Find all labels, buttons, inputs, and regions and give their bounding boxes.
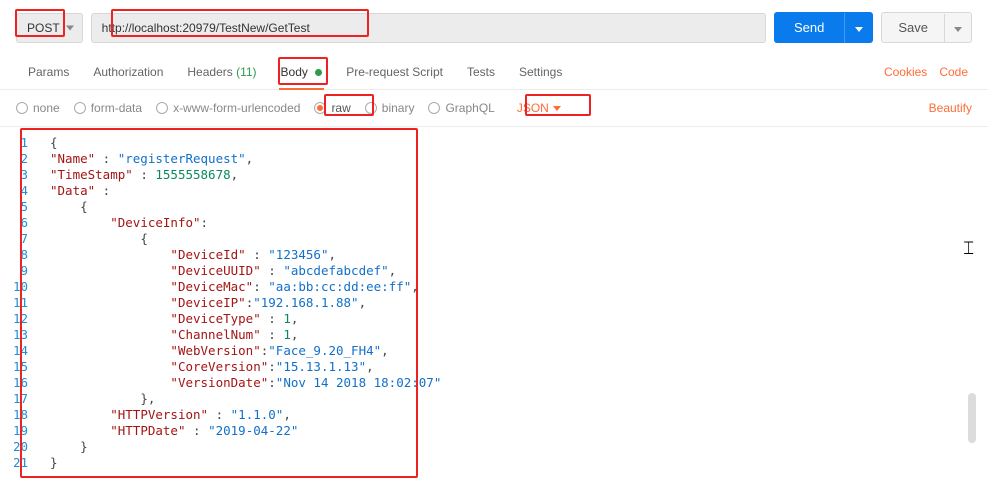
- method-select[interactable]: POST: [16, 13, 83, 43]
- code-line: 9 "DeviceUUID" : "abcdefabcdef",: [0, 263, 988, 279]
- code-line: 7 {: [0, 231, 988, 247]
- url-input[interactable]: [91, 13, 766, 43]
- tab-body[interactable]: Body: [269, 55, 335, 89]
- save-button[interactable]: Save: [881, 12, 972, 43]
- beautify-link[interactable]: Beautify: [929, 101, 972, 115]
- tab-headers-count: (11): [236, 65, 256, 79]
- code-line: 13 "ChannelNum" : 1,: [0, 327, 988, 343]
- request-body-editor[interactable]: 1{2"Name" : "registerRequest",3"TimeStam…: [0, 127, 988, 477]
- code-line: 17 },: [0, 391, 988, 407]
- code-line: 20 }: [0, 439, 988, 455]
- radio-icon: [428, 102, 440, 114]
- code-line: 12 "DeviceType" : 1,: [0, 311, 988, 327]
- radio-icon: [365, 102, 377, 114]
- body-type-urlencoded[interactable]: x-www-form-urlencoded: [156, 101, 300, 115]
- save-dropdown-icon[interactable]: [944, 14, 971, 42]
- code-line: 15 "CoreVersion":"15.13.1.13",: [0, 359, 988, 375]
- scroll-thumb[interactable]: [968, 393, 976, 443]
- code-line: 2"Name" : "registerRequest",: [0, 151, 988, 167]
- body-type-raw[interactable]: raw: [314, 101, 350, 115]
- code-line: 10 "DeviceMac": "aa:bb:cc:dd:ee:ff",: [0, 279, 988, 295]
- code-line: 11 "DeviceIP":"192.168.1.88",: [0, 295, 988, 311]
- tab-headers-label: Headers: [187, 65, 232, 79]
- radio-icon: [74, 102, 86, 114]
- code-line: 8 "DeviceId" : "123456",: [0, 247, 988, 263]
- body-type-binary[interactable]: binary: [365, 101, 415, 115]
- code-line: 1{: [0, 135, 988, 151]
- tab-body-label: Body: [281, 65, 308, 79]
- body-type-graphql[interactable]: GraphQL: [428, 101, 494, 115]
- method-value: POST: [27, 21, 60, 35]
- cookies-link[interactable]: Cookies: [884, 65, 927, 79]
- send-dropdown-icon[interactable]: [844, 13, 873, 43]
- modified-dot-icon: [315, 69, 322, 76]
- tab-prerequest[interactable]: Pre-request Script: [334, 55, 455, 89]
- code-line: 16 "VersionDate":"Nov 14 2018 18:02:07": [0, 375, 988, 391]
- radio-icon: [156, 102, 168, 114]
- save-label: Save: [882, 13, 944, 42]
- code-line: 5 {: [0, 199, 988, 215]
- code-line: 21}: [0, 455, 988, 471]
- radio-icon: [314, 102, 326, 114]
- tab-settings[interactable]: Settings: [507, 55, 574, 89]
- code-link[interactable]: Code: [939, 65, 968, 79]
- tab-params[interactable]: Params: [16, 55, 81, 89]
- text-cursor-icon: ⌶: [963, 238, 974, 259]
- tab-tests[interactable]: Tests: [455, 55, 507, 89]
- raw-lang-select[interactable]: JSON: [515, 98, 563, 118]
- code-line: 19 "HTTPDate" : "2019-04-22": [0, 423, 988, 439]
- tab-authorization[interactable]: Authorization: [81, 55, 175, 89]
- body-type-none[interactable]: none: [16, 101, 60, 115]
- code-line: 3"TimeStamp" : 1555558678,: [0, 167, 988, 183]
- code-line: 6 "DeviceInfo":: [0, 215, 988, 231]
- send-button[interactable]: Send: [774, 12, 873, 43]
- tab-headers[interactable]: Headers (11): [175, 55, 268, 89]
- code-line: 4"Data" :: [0, 183, 988, 199]
- send-label: Send: [774, 12, 844, 43]
- body-type-formdata[interactable]: form-data: [74, 101, 142, 115]
- radio-icon: [16, 102, 28, 114]
- code-line: 18 "HTTPVersion" : "1.1.0",: [0, 407, 988, 423]
- code-line: 14 "WebVersion":"Face_9.20_FH4",: [0, 343, 988, 359]
